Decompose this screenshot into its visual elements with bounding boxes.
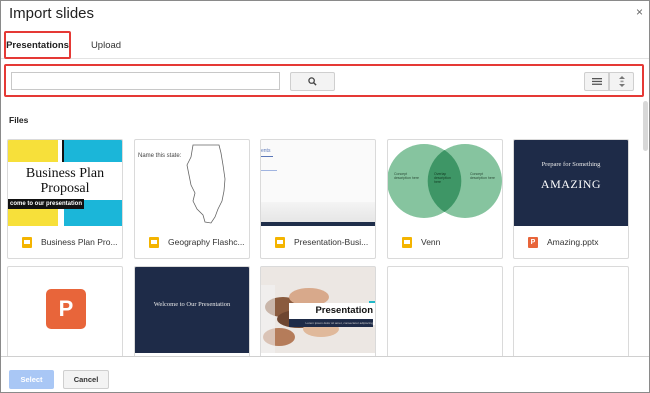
file-meta: Venn <box>388 226 502 258</box>
search-input[interactable] <box>11 72 280 90</box>
thumb-subtitle: Lorem ipsum dolor sit amet, consectetur … <box>289 319 373 327</box>
venn-center-text: Overlap description here <box>434 172 451 184</box>
tab-presentations[interactable]: Presentations <box>4 31 71 59</box>
search-toolbar <box>4 64 644 97</box>
thumb-title: AMAZING <box>540 177 602 191</box>
file-meta: P Amazing.pptx <box>514 226 628 258</box>
file-card[interactable]: Concept description here Overlap descrip… <box>387 139 503 259</box>
file-name: Geography Flashc... <box>168 237 245 247</box>
google-slides-icon <box>149 236 159 248</box>
file-name: Presentation-Busi... <box>294 237 369 247</box>
close-icon[interactable]: × <box>636 5 643 19</box>
file-card[interactable]: Business Plan Proposal come to our prese… <box>7 139 123 259</box>
list-view-button[interactable] <box>584 72 609 91</box>
illinois-map-outline <box>186 144 226 224</box>
file-thumbnail: Business Plan Proposal come to our prese… <box>8 140 122 226</box>
sort-az-icon <box>618 76 625 87</box>
powerpoint-letter: P <box>58 296 74 321</box>
thumb-label: Name this state: <box>138 153 182 159</box>
file-name: Venn <box>421 237 441 247</box>
files-heading: Files <box>9 115 29 125</box>
file-meta: Business Plan Pro... <box>8 226 122 258</box>
file-thumbnail: Name this state: <box>135 140 249 226</box>
google-slides-icon <box>22 236 32 248</box>
file-thumbnail: Prepare for Something AMAZING <box>514 140 628 226</box>
file-thumbnail <box>514 267 628 353</box>
select-button[interactable]: Select <box>9 370 54 389</box>
google-slides-icon <box>402 236 412 248</box>
thumb-title: Welcome to Our Presentation <box>153 301 231 308</box>
venn-right-text: Concept description here <box>470 172 495 180</box>
tab-upload[interactable]: Upload <box>83 31 129 59</box>
file-name: Business Plan Pro... <box>41 237 118 247</box>
tab-bar: Presentations Upload <box>1 31 649 59</box>
scrollbar[interactable] <box>643 101 648 151</box>
file-card[interactable]: ents Presentation-Busi... <box>260 139 376 259</box>
file-thumbnail: Presentation Lorem ipsum dolor sit amet,… <box>261 267 375 353</box>
thumb-title-line1: Business Plan <box>25 166 105 181</box>
dialog-title: Import slides <box>9 5 95 22</box>
file-card[interactable]: Prepare for Something AMAZING P Amazing.… <box>513 139 629 259</box>
google-slides-icon <box>275 236 285 248</box>
file-meta: Geography Flashc... <box>135 226 249 258</box>
sort-button[interactable] <box>609 72 634 91</box>
file-thumbnail: P <box>8 267 122 353</box>
file-thumbnail: Concept description here Overlap descrip… <box>388 140 502 226</box>
import-slides-dialog: Import slides × Presentations Upload Fil… <box>0 0 650 393</box>
cancel-button[interactable]: Cancel <box>63 370 109 389</box>
powerpoint-icon: P <box>46 289 86 329</box>
venn-left-text: Concept description here <box>394 172 419 180</box>
file-thumbnail: Welcome to Our Presentation <box>135 267 249 353</box>
file-thumbnail: ents <box>261 140 375 226</box>
thumb-word: ents <box>261 148 271 154</box>
file-name: Amazing.pptx <box>547 237 599 247</box>
file-thumbnail <box>388 267 502 353</box>
search-button[interactable] <box>290 72 335 91</box>
thumb-title-line2: Proposal <box>40 181 90 196</box>
list-view-icon <box>591 78 602 85</box>
file-meta: Presentation-Busi... <box>261 226 375 258</box>
dialog-footer: Select Cancel <box>1 356 649 392</box>
thumb-banner: come to our presentation <box>8 199 84 209</box>
powerpoint-icon: P <box>528 236 538 248</box>
search-icon <box>308 77 317 86</box>
thumb-subtitle: Prepare for Something <box>541 161 601 168</box>
file-card[interactable]: Name this state: Geography Flashc... <box>134 139 250 259</box>
thumb-title: Presentation <box>315 305 373 316</box>
